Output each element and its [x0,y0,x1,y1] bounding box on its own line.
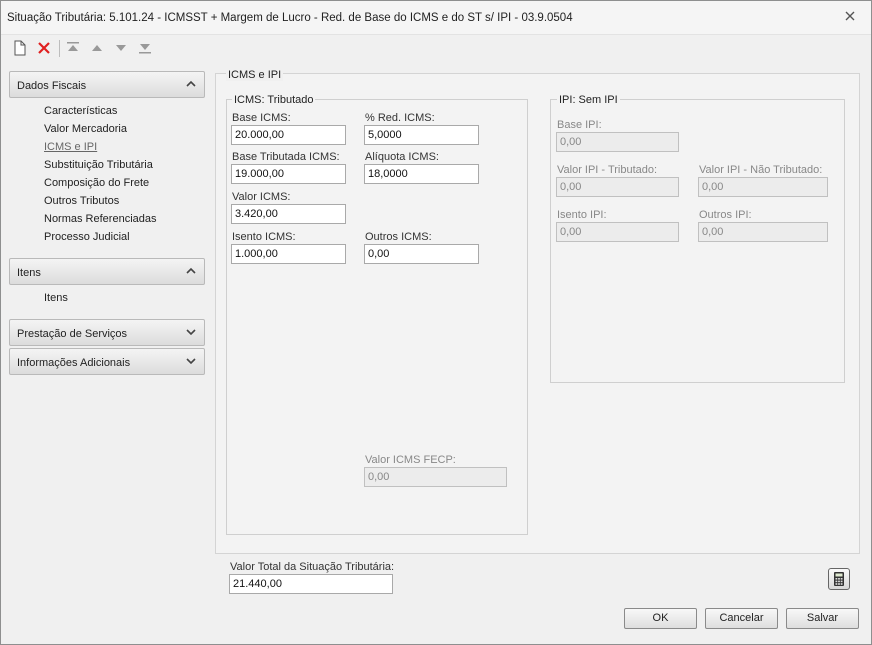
cancel-button[interactable]: Cancelar [705,608,778,629]
delete-icon[interactable] [35,39,53,57]
first-icon[interactable] [64,39,82,57]
base-icms-input[interactable]: 20.000,00 [231,125,346,145]
ok-button[interactable]: OK [624,608,697,629]
valor-ipi-tributado-label: Valor IPI - Tributado: [557,164,658,176]
base-ipi-input: 0,00 [556,132,679,152]
chevron-down-icon [186,358,196,365]
fecp-label: Valor ICMS FECP: [365,454,456,466]
aliquota-icms-label: Alíquota ICMS: [365,151,439,163]
red-icms-label: % Red. ICMS: [365,112,435,124]
previous-icon[interactable] [88,39,106,57]
nav-item-caracteristicas[interactable]: Características [44,105,117,117]
new-document-icon[interactable] [11,39,29,57]
chevron-up-icon [186,267,196,274]
group-label: Prestação de Serviços [17,328,128,340]
nav-item-substituicao-tributaria[interactable]: Substituição Tributária [44,159,153,171]
main-panel-title: ICMS e IPI [226,69,284,81]
isento-ipi-label: Isento IPI: [557,209,607,221]
outros-ipi-label: Outros IPI: [699,209,752,221]
outros-ipi-input: 0,00 [698,222,828,242]
group-informacoes-adicionais[interactable]: Informações Adicionais [9,348,205,375]
base-tributada-label: Base Tributada ICMS: [232,151,340,163]
isento-icms-label: Isento ICMS: [232,231,296,243]
fecp-input: 0,00 [364,467,507,487]
chevron-down-icon [186,329,196,336]
base-ipi-label: Base IPI: [557,119,602,131]
nav-item-valor-mercadoria[interactable]: Valor Mercadoria [44,123,127,135]
nav-item-itens[interactable]: Itens [44,292,68,304]
ipi-legend: IPI: Sem IPI [557,94,620,106]
last-icon[interactable] [136,39,154,57]
save-button[interactable]: Salvar [786,608,859,629]
red-icms-input[interactable]: 5,0000 [364,125,479,145]
group-label: Informações Adicionais [17,357,131,369]
nav-item-composicao-frete[interactable]: Composição do Frete [44,177,149,189]
icms-legend: ICMS: Tributado [232,94,316,106]
outros-icms-label: Outros ICMS: [365,231,432,243]
group-dados-fiscais[interactable]: Dados Fiscais [9,71,205,98]
group-label: Itens [17,267,41,279]
aliquota-icms-input[interactable]: 18,0000 [364,164,479,184]
total-input[interactable]: 21.440,00 [229,574,393,594]
title-bar: Situação Tributária: 5.101.24 - ICMSST +… [1,1,871,35]
isento-icms-input[interactable]: 1.000,00 [231,244,346,264]
window-title: Situação Tributária: 5.101.24 - ICMSST +… [7,12,573,24]
valor-icms-label: Valor ICMS: [232,191,291,203]
base-tributada-input[interactable]: 19.000,00 [231,164,346,184]
toolbar [1,35,871,63]
valor-ipi-tributado-input: 0,00 [556,177,679,197]
nav-item-outros-tributos[interactable]: Outros Tributos [44,195,119,207]
total-label: Valor Total da Situação Tributária: [230,561,395,573]
close-icon[interactable] [843,10,857,24]
group-prestacao-servicos[interactable]: Prestação de Serviços [9,319,205,346]
group-itens[interactable]: Itens [9,258,205,285]
nav-item-processo-judicial[interactable]: Processo Judicial [44,231,130,243]
chevron-up-icon [186,80,196,87]
toolbar-separator [59,40,60,57]
base-icms-label: Base ICMS: [232,112,291,124]
valor-icms-input[interactable]: 3.420,00 [231,204,346,224]
nav-item-normas-referenciadas[interactable]: Normas Referenciadas [44,213,157,225]
dialog-window: Situação Tributária: 5.101.24 - ICMSST +… [0,0,872,645]
group-label: Dados Fiscais [17,80,87,92]
outros-icms-input[interactable]: 0,00 [364,244,479,264]
valor-ipi-nao-tributado-input: 0,00 [698,177,828,197]
valor-ipi-nao-tributado-label: Valor IPI - Não Tributado: [699,164,823,176]
calculator-icon[interactable] [828,568,850,590]
next-icon[interactable] [112,39,130,57]
isento-ipi-input: 0,00 [556,222,679,242]
nav-item-icms-ipi[interactable]: ICMS e IPI [44,141,97,153]
